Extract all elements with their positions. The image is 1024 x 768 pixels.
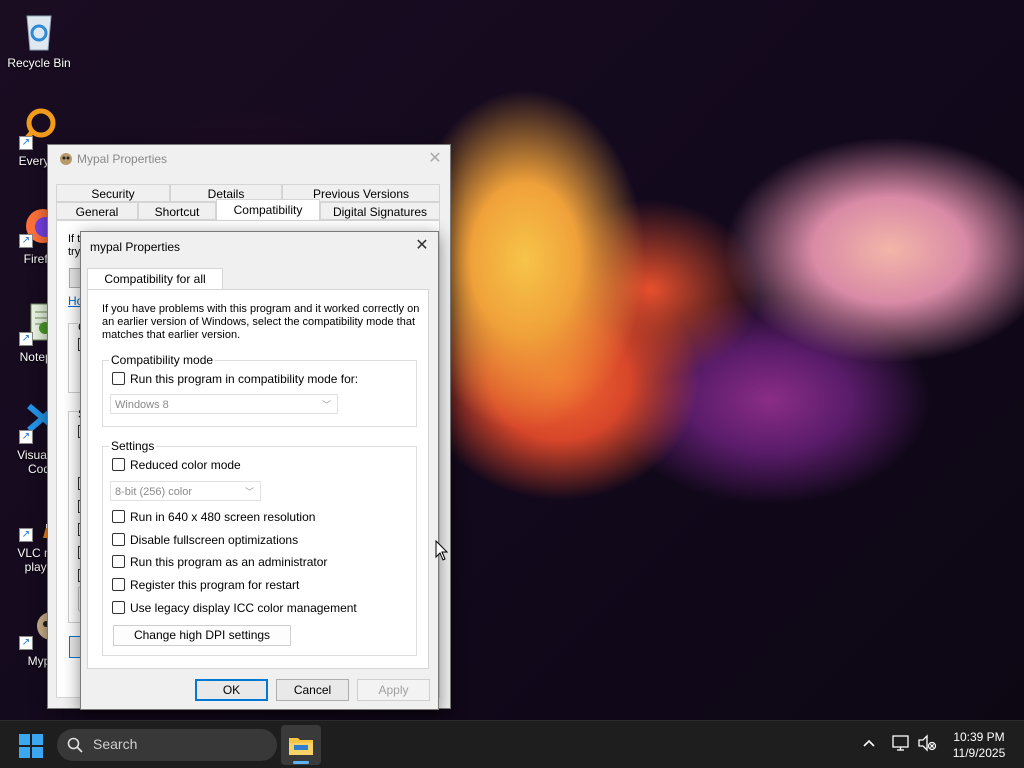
shortcut-arrow-icon: ↗ [19, 528, 33, 542]
compatibility-mode-label: Compatibility mode [109, 353, 216, 367]
checkbox-box[interactable] [112, 601, 125, 614]
windows-logo-icon [32, 747, 43, 758]
search-icon [67, 737, 83, 753]
taskbar-file-explorer-button[interactable] [281, 725, 321, 765]
start-button[interactable] [19, 734, 43, 758]
close-button[interactable]: ✕ [412, 236, 432, 256]
checkbox-box[interactable] [112, 372, 125, 385]
tab-general[interactable]: General [56, 202, 138, 220]
checkbox-box[interactable] [112, 458, 125, 471]
intro-text: If you have problems with this program a… [102, 303, 420, 341]
checkbox-label: Run in 640 x 480 screen resolution [130, 510, 316, 524]
search-placeholder: Search [93, 736, 138, 752]
checkbox-box[interactable] [112, 533, 125, 546]
disable-fullscreen-optimizations-checkbox[interactable]: Disable fullscreen optimizations [112, 532, 298, 548]
shortcut-arrow-icon: ↗ [19, 136, 33, 150]
windows-logo-icon [32, 734, 43, 745]
recycle-bin-icon [17, 8, 61, 52]
window-title: Mypal Properties [77, 152, 168, 166]
tab-compatibility-for-all-users[interactable]: Compatibility for all users [87, 268, 223, 306]
checkbox-label: Use legacy display ICC color management [130, 601, 357, 615]
chevron-down-icon: ﹀ [321, 400, 331, 410]
checkbox-box[interactable] [112, 510, 125, 523]
clock-time: 10:39 PM [953, 730, 1005, 744]
mouse-cursor-icon [435, 539, 449, 562]
peek-intro-text-2: try [68, 246, 81, 258]
color-depth-value: 8-bit (256) color [115, 486, 193, 498]
settings-label: Settings [109, 439, 157, 453]
shortcut-arrow-icon: ↗ [19, 636, 33, 650]
checkbox-box[interactable] [112, 578, 125, 591]
compatibility-mode-checkbox[interactable]: Run this program in compatibility mode f… [112, 371, 358, 387]
shortcut-arrow-icon: ↗ [19, 234, 33, 248]
window-app-icon [57, 152, 73, 166]
register-for-restart-checkbox[interactable]: Register this program for restart [112, 577, 299, 593]
close-button[interactable]: ✕ [425, 149, 445, 169]
reduced-color-mode-checkbox[interactable]: Reduced color mode [112, 457, 241, 473]
checkbox-label: Disable fullscreen optimizations [130, 533, 299, 547]
active-app-indicator [293, 761, 309, 764]
show-hidden-icons-button[interactable] [860, 734, 878, 752]
tab-compatibility[interactable]: Compatibility [216, 199, 320, 221]
os-version-select[interactable]: Windows 8 ﹀ [110, 394, 338, 414]
checkbox-label: Run this program as an administrator [130, 555, 328, 569]
tab-digital-signatures[interactable]: Digital Signatures [320, 202, 440, 220]
compatibility-all-users-dialog: mypal Properties ✕ Compatibility for all… [80, 231, 439, 710]
checkbox-box[interactable] [112, 555, 125, 568]
windows-logo-icon [19, 747, 30, 758]
checkbox-label: Run this program in compatibility mode f… [130, 372, 359, 386]
ok-button[interactable]: OK [195, 679, 268, 701]
dialog-title: mypal Properties [90, 240, 181, 254]
checkbox-label: Reduced color mode [130, 458, 241, 472]
color-depth-select[interactable]: 8-bit (256) color ﹀ [110, 481, 261, 501]
change-high-dpi-settings-button[interactable]: Change high DPI settings [113, 625, 291, 646]
cancel-button[interactable]: Cancel [276, 679, 349, 701]
taskbar-search-box[interactable]: Search [57, 729, 277, 761]
apply-button[interactable]: Apply [357, 679, 430, 701]
desktop-icon-recycle-bin[interactable]: Recycle Bin [1, 8, 77, 70]
shortcut-arrow-icon: ↗ [19, 332, 33, 346]
file-explorer-icon [289, 735, 313, 758]
shortcut-arrow-icon: ↗ [19, 430, 33, 444]
clock-date: 11/9/2025 [952, 746, 1006, 760]
volume-muted-icon[interactable] [917, 734, 937, 752]
peek-intro-text: If t [68, 233, 81, 245]
run-as-administrator-checkbox[interactable]: Run this program as an administrator [112, 554, 327, 570]
checkbox-label: Register this program for restart [130, 578, 300, 592]
os-version-value: Windows 8 [115, 399, 169, 411]
taskbar: Search 10:39 PM 11/9/2025 [0, 720, 1024, 768]
windows-logo-icon [19, 734, 30, 745]
tab-security[interactable]: Security [56, 184, 170, 202]
run-640x480-checkbox[interactable]: Run in 640 x 480 screen resolution [112, 509, 315, 525]
clock[interactable]: 10:39 PM 11/9/2025 [944, 729, 1014, 761]
tab-shortcut[interactable]: Shortcut [138, 202, 216, 220]
network-icon[interactable] [891, 734, 911, 752]
chevron-down-icon: ﹀ [244, 487, 254, 497]
legacy-icc-color-checkbox[interactable]: Use legacy display ICC color management [112, 600, 357, 616]
desktop-icon-label: Recycle Bin [7, 56, 71, 70]
